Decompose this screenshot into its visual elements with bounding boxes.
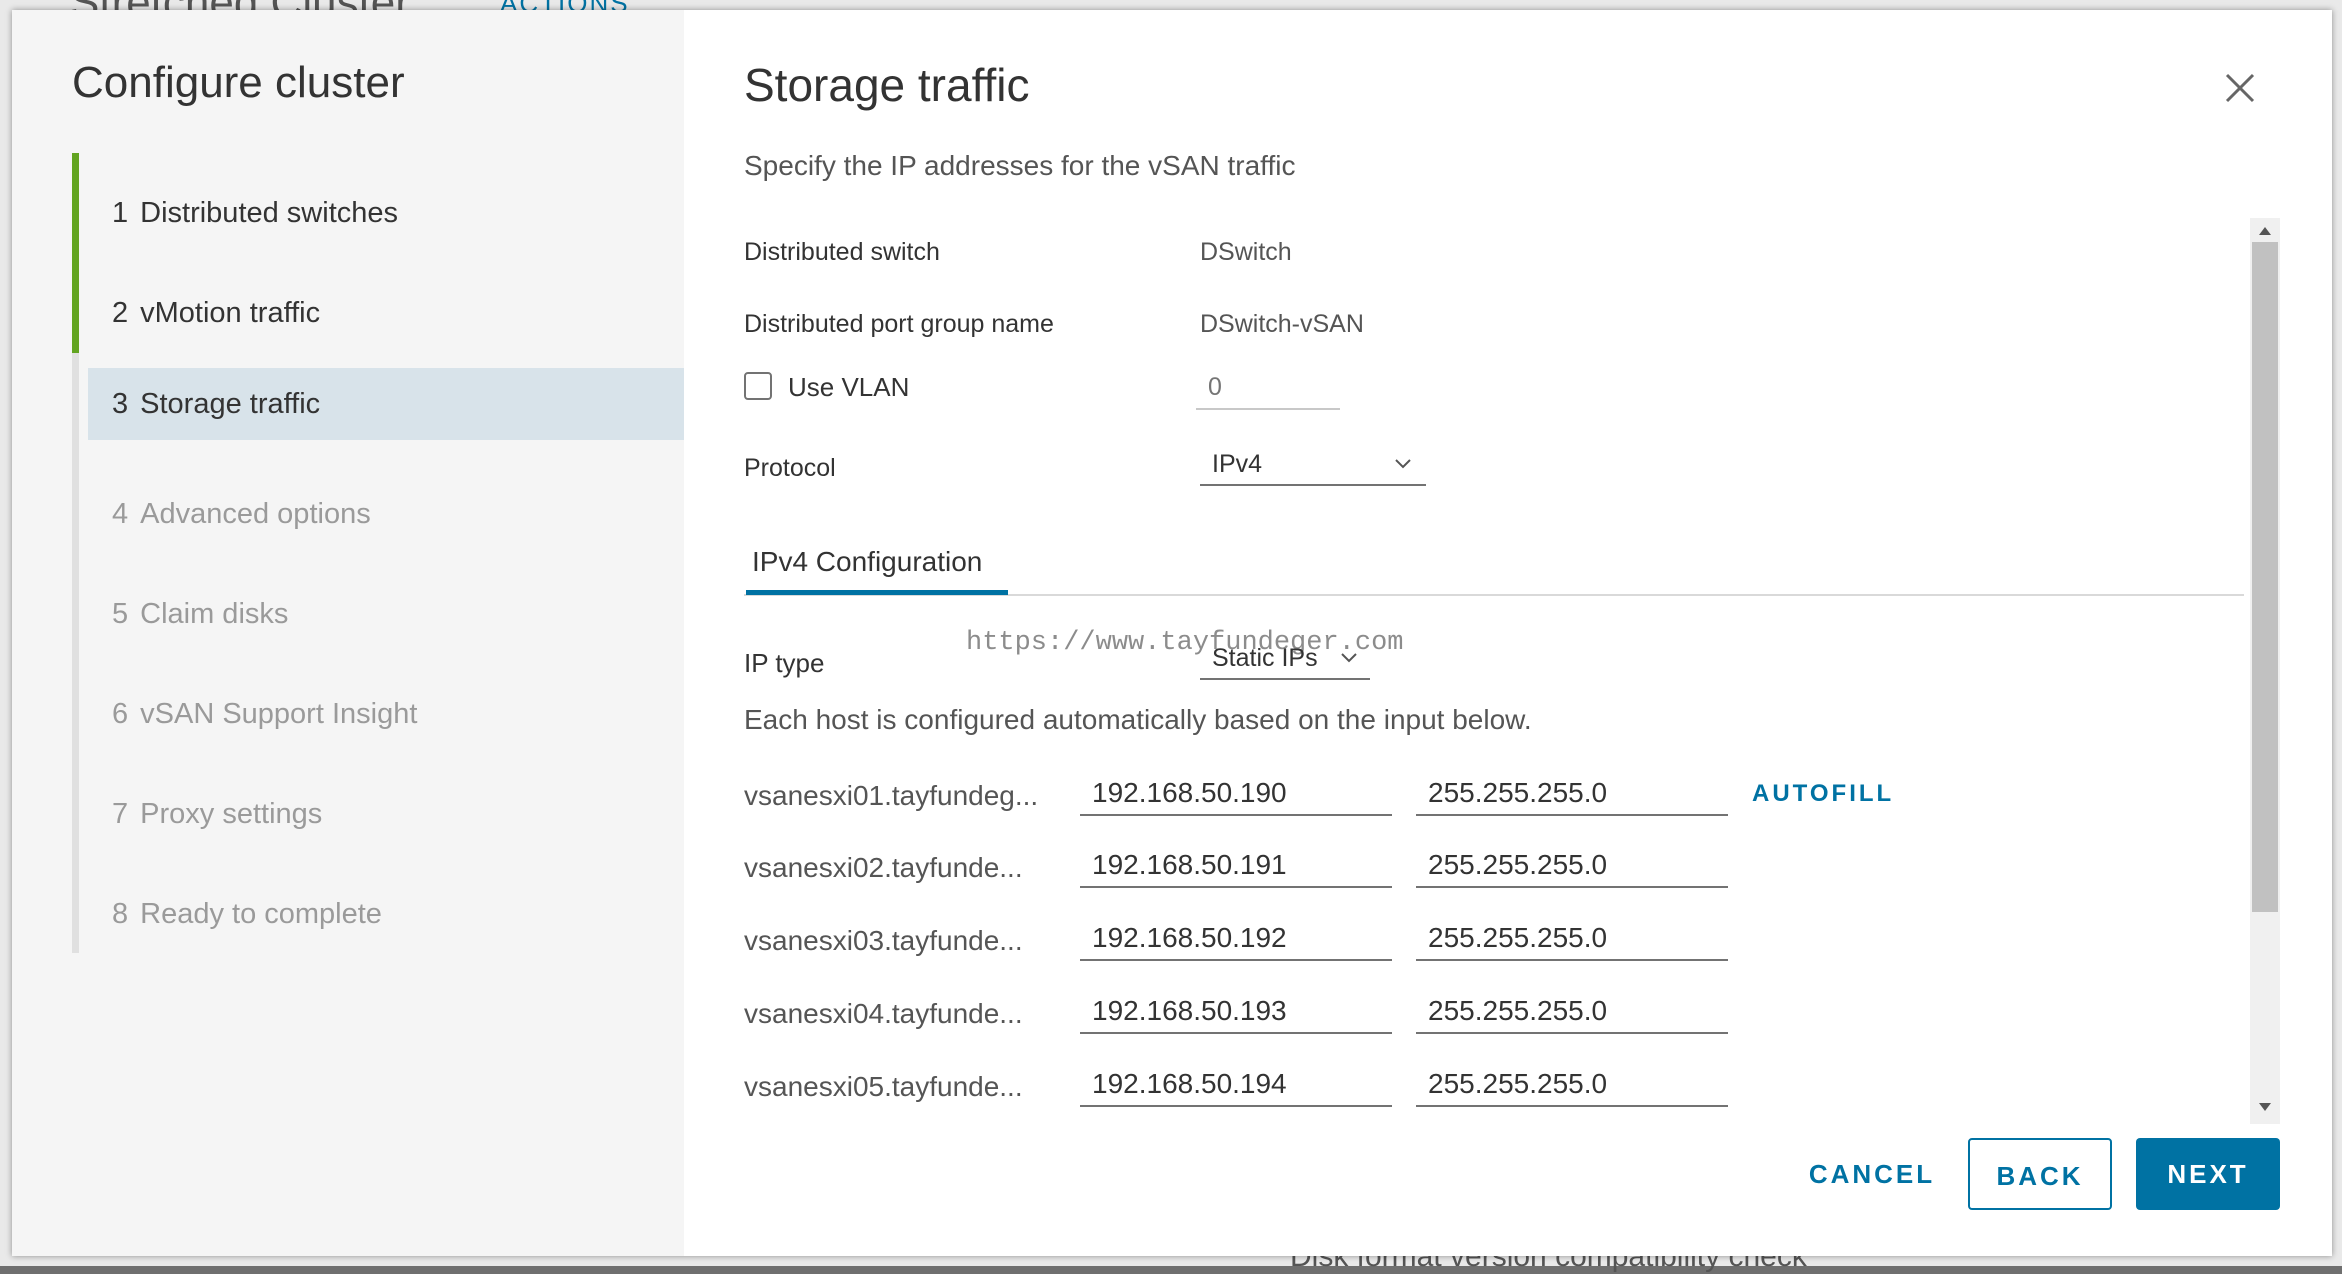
step-number: 3	[112, 388, 129, 420]
next-button[interactable]: NEXT	[2136, 1138, 2280, 1210]
step-number: 4	[112, 498, 129, 530]
ip-type-select[interactable]: Static IPs	[1200, 636, 1370, 680]
host-name-label: vsanesxi04.tayfunde...	[744, 998, 1023, 1029]
host-name-label: vsanesxi01.tayfundeg...	[744, 780, 1039, 811]
port-group-value: DSwitch-vSAN	[1200, 310, 1364, 338]
host-subnet-input[interactable]	[1416, 844, 1728, 888]
step-ready-to-complete: 8 Ready to complete	[88, 878, 684, 950]
step-number: 8	[112, 898, 129, 930]
host-subnet-input[interactable]	[1416, 772, 1728, 816]
host-name-label: vsanesxi03.tayfunde...	[744, 925, 1023, 956]
host-subnet-input[interactable]	[1416, 990, 1728, 1034]
protocol-label: Protocol	[744, 454, 836, 482]
chevron-down-icon	[1341, 653, 1357, 663]
wizard-sidebar: Configure cluster 1 Distributed switches …	[12, 10, 684, 1256]
scroll-down-arrow-icon[interactable]	[2256, 1098, 2274, 1116]
back-button[interactable]: BACK	[1968, 1138, 2112, 1210]
tab-ipv4-configuration[interactable]: IPv4 Configuration	[744, 532, 990, 592]
port-group-label: Distributed port group name	[744, 310, 1054, 338]
step-label: Advanced options	[140, 498, 371, 530]
step-number: 7	[112, 798, 129, 830]
use-vlan-checkbox[interactable]	[744, 372, 772, 400]
active-tab-indicator	[746, 590, 1008, 595]
ip-type-selected-value: Static IPs	[1212, 644, 1318, 672]
vlan-id-input[interactable]	[1196, 366, 1340, 410]
page-subtitle: Specify the IP addresses for the vSAN tr…	[744, 150, 1296, 181]
host-ip-input[interactable]	[1080, 990, 1392, 1034]
step-number: 5	[112, 598, 129, 630]
host-subnet-input[interactable]	[1416, 917, 1728, 961]
host-ip-input[interactable]	[1080, 844, 1392, 888]
close-icon[interactable]	[2224, 72, 2256, 104]
scrollbar-thumb[interactable]	[2252, 242, 2278, 912]
ip-type-label: IP type	[744, 648, 825, 678]
step-proxy-settings: 7 Proxy settings	[88, 778, 684, 850]
configure-cluster-dialog: Configure cluster 1 Distributed switches …	[12, 10, 2332, 1256]
step-claim-disks: 5 Claim disks	[88, 578, 684, 650]
step-vmotion-traffic[interactable]: 2 vMotion traffic	[88, 277, 684, 349]
scroll-up-arrow-icon[interactable]	[2256, 222, 2274, 240]
host-ip-input[interactable]	[1080, 1063, 1392, 1107]
protocol-selected-value: IPv4	[1212, 450, 1263, 478]
steps-progress-done	[72, 153, 79, 353]
autofill-button[interactable]: AUTOFILL	[1752, 780, 1894, 808]
host-name-label: vsanesxi02.tayfunde...	[744, 852, 1023, 883]
chevron-down-icon	[1395, 459, 1411, 469]
step-number: 1	[112, 197, 129, 229]
step-label: Claim disks	[140, 598, 289, 630]
use-vlan-label: Use VLAN	[788, 372, 910, 402]
cancel-button[interactable]: CANCEL	[1774, 1138, 1970, 1210]
step-vsan-support-insight: 6 vSAN Support Insight	[88, 678, 684, 750]
wizard-content: Storage traffic Specify the IP addresses…	[684, 10, 2332, 1256]
wizard-title: Configure cluster	[72, 58, 405, 107]
step-label: Distributed switches	[140, 197, 399, 229]
step-distributed-switches[interactable]: 1 Distributed switches	[88, 177, 684, 249]
step-label: vSAN Support Insight	[140, 698, 418, 730]
autoconfig-info-text: Each host is configured automatically ba…	[744, 704, 1532, 735]
host-ip-input[interactable]	[1080, 772, 1392, 816]
step-label: Ready to complete	[140, 898, 382, 930]
step-number: 6	[112, 698, 129, 730]
host-ip-input[interactable]	[1080, 917, 1392, 961]
distributed-switch-value: DSwitch	[1200, 238, 1292, 266]
host-name-label: vsanesxi05.tayfunde...	[744, 1071, 1023, 1102]
step-number: 2	[112, 297, 129, 329]
distributed-switch-label: Distributed switch	[744, 238, 940, 266]
step-storage-traffic[interactable]: 3 Storage traffic	[88, 368, 684, 440]
step-label: vMotion traffic	[140, 297, 321, 329]
page-title: Storage traffic	[744, 59, 1030, 111]
step-advanced-options: 4 Advanced options	[88, 478, 684, 550]
host-subnet-input[interactable]	[1416, 1063, 1728, 1107]
protocol-select[interactable]: IPv4	[1200, 442, 1426, 486]
step-label: Proxy settings	[140, 798, 323, 830]
step-label: Storage traffic	[140, 388, 321, 420]
